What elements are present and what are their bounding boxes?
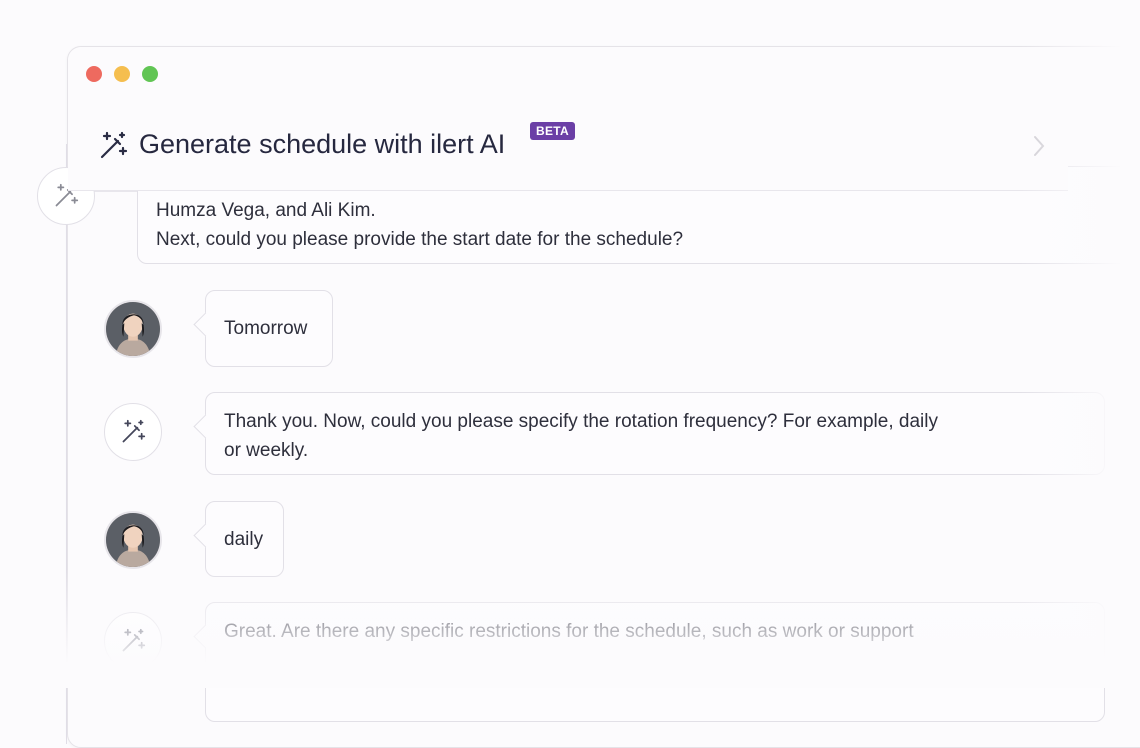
assistant-message: Thank you. Now, could you please specify… — [205, 392, 1105, 475]
message-line: Humza Vega, and Ali Kim. — [156, 200, 376, 221]
assistant-avatar — [104, 403, 162, 461]
assistant-message: Great. Are there any specific restrictio… — [205, 602, 1105, 722]
message-line: Great. Are there any specific restrictio… — [224, 621, 914, 642]
maximize-window-button[interactable] — [142, 66, 158, 82]
message-line: Tomorrow — [224, 318, 308, 339]
dialog-title: Generate schedule with ilert AI — [139, 129, 506, 159]
assistant-avatar — [104, 612, 162, 670]
message-line: Thank you. Now, could you please specify… — [224, 411, 938, 432]
timeline-line — [66, 144, 67, 744]
magic-wand-icon — [122, 419, 146, 443]
header-cover: Generate schedule with ilert AI BETA — [68, 47, 1068, 191]
user-message: Tomorrow — [205, 290, 333, 367]
magic-wand-icon — [122, 628, 146, 652]
message-line: or weekly. — [224, 440, 309, 461]
window-controls — [86, 66, 158, 82]
user-message: daily — [205, 501, 284, 577]
user-avatar — [104, 300, 162, 358]
user-avatar — [104, 511, 162, 569]
minimize-window-button[interactable] — [114, 66, 130, 82]
chevron-right-icon[interactable] — [1032, 135, 1046, 157]
beta-badge: BETA — [530, 122, 575, 140]
message-line: Next, could you please provide the start… — [156, 229, 684, 250]
close-window-button[interactable] — [86, 66, 102, 82]
message-line: daily — [224, 529, 264, 550]
magic-wand-icon — [100, 131, 128, 159]
user-photo — [106, 302, 160, 356]
user-photo — [106, 513, 160, 567]
